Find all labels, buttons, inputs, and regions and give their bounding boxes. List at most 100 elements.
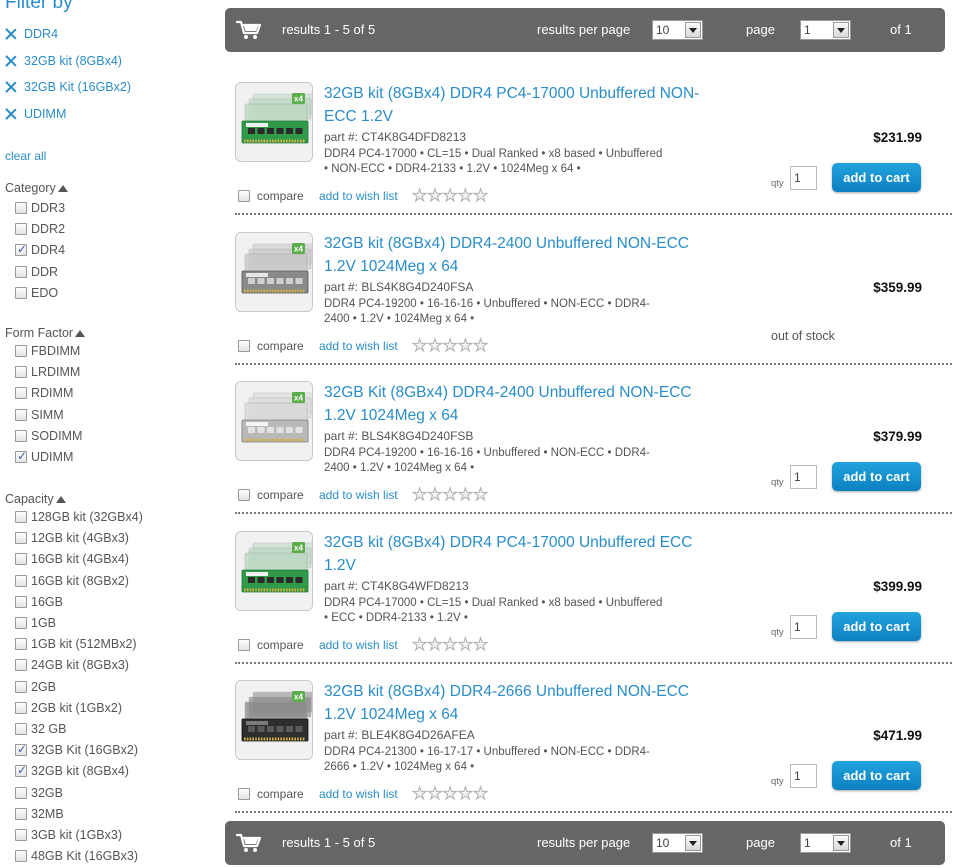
qty-input[interactable] [790, 465, 817, 489]
rating-star-icon[interactable]: ★ [427, 337, 443, 355]
qty-input[interactable] [790, 615, 817, 639]
facet-checkbox[interactable] [15, 553, 27, 566]
remove-filter-icon[interactable] [5, 55, 17, 67]
remove-filter-icon[interactable] [5, 28, 17, 40]
rating-stars[interactable]: ★ ★ ★ ★ ★ [411, 187, 488, 205]
active-filter-udimm[interactable]: UDIMM [5, 105, 66, 123]
qty-input[interactable] [790, 166, 817, 190]
qty-input[interactable] [790, 764, 817, 788]
facet-option[interactable]: LRDIMM [15, 364, 80, 380]
facet-option[interactable]: 3GB kit (1GBx3) [15, 827, 122, 843]
rating-star-icon[interactable]: ★ [472, 486, 488, 504]
results-per-page-select[interactable]: 10 [652, 833, 703, 853]
facet-option[interactable]: 32GB Kit (16GBx2) [15, 742, 138, 758]
rating-stars[interactable]: ★ ★ ★ ★ ★ [411, 337, 488, 355]
product-title-link[interactable]: 32GB kit (8GBx4) DDR4-2400 Unbuffered NO… [324, 233, 704, 278]
facet-checkbox[interactable] [15, 829, 27, 841]
add-to-wishlist-link[interactable]: add to wish list [319, 189, 398, 203]
rating-star-icon[interactable]: ★ [457, 337, 473, 355]
facet-checkbox[interactable] [15, 345, 27, 357]
rating-star-icon[interactable]: ★ [427, 785, 443, 803]
facet-option[interactable]: 48GB Kit (16GBx3) [15, 848, 138, 864]
compare-toggle[interactable]: compare [238, 488, 304, 502]
facet-option[interactable]: SIMM [15, 407, 64, 423]
rating-star-icon[interactable]: ★ [472, 337, 488, 355]
results-per-page-select[interactable]: 10 [652, 20, 703, 40]
facet-option[interactable]: EDO [15, 285, 58, 301]
active-filter-32gb-8gbx4[interactable]: 32GB kit (8GBx4) [5, 52, 122, 70]
rating-star-icon[interactable]: ★ [472, 187, 488, 205]
chevron-down-icon[interactable] [685, 22, 701, 38]
add-to-cart-button[interactable]: add to cart [832, 612, 921, 641]
rating-star-icon[interactable]: ★ [411, 636, 427, 654]
facet-checkbox[interactable] [15, 807, 27, 820]
facet-option[interactable]: DDR3 [15, 200, 65, 216]
add-to-wishlist-link[interactable]: add to wish list [319, 638, 398, 652]
active-filter-32gb-16gbx2[interactable]: 32GB Kit (16GBx2) [5, 78, 131, 96]
facet-option[interactable]: 2GB kit (1GBx2) [15, 700, 122, 716]
facet-option[interactable]: 32GB [15, 785, 63, 801]
facet-checkbox[interactable] [15, 265, 27, 278]
facet-checkbox[interactable] [15, 387, 27, 400]
facet-option[interactable]: DDR4 [15, 242, 65, 258]
add-to-cart-button[interactable]: add to cart [832, 462, 921, 491]
product-title-link[interactable]: 32GB Kit (8GBx4) DDR4-2400 Unbuffered NO… [324, 382, 704, 427]
compare-toggle[interactable]: compare [238, 638, 304, 652]
rating-star-icon[interactable]: ★ [442, 486, 458, 504]
category-facet-header[interactable]: Category [5, 181, 68, 195]
facet-option[interactable]: DDR [15, 264, 58, 280]
facet-checkbox[interactable] [15, 723, 27, 735]
rating-star-icon[interactable]: ★ [411, 785, 427, 803]
facet-checkbox[interactable] [15, 701, 27, 714]
add-to-wishlist-link[interactable]: add to wish list [319, 339, 398, 353]
facet-checkbox[interactable] [15, 408, 27, 421]
capacity-facet-header[interactable]: Capacity [5, 492, 66, 506]
rating-stars[interactable]: ★ ★ ★ ★ ★ [411, 785, 488, 803]
rating-star-icon[interactable]: ★ [411, 486, 427, 504]
rating-star-icon[interactable]: ★ [411, 337, 427, 355]
facet-checkbox[interactable] [15, 786, 27, 799]
remove-filter-icon[interactable] [5, 108, 17, 120]
facet-option[interactable]: SODIMM [15, 428, 82, 444]
facet-option[interactable]: 16GB kit (8GBx2) [15, 573, 129, 589]
facet-option[interactable]: FBDIMM [15, 343, 80, 359]
facet-checkbox[interactable] [15, 449, 27, 463]
product-title-link[interactable]: 32GB kit (8GBx4) DDR4 PC4-17000 Unbuffer… [324, 83, 704, 128]
compare-checkbox[interactable] [238, 788, 250, 800]
facet-checkbox[interactable] [15, 286, 27, 299]
page-select[interactable]: 1 [800, 833, 851, 853]
rating-star-icon[interactable]: ★ [457, 636, 473, 654]
product-image[interactable]: x4 [235, 381, 313, 461]
product-image[interactable]: x4 [235, 531, 313, 611]
rating-star-icon[interactable]: ★ [427, 187, 443, 205]
facet-option[interactable]: UDIMM [15, 449, 73, 465]
facet-option[interactable]: 32GB kit (8GBx4) [15, 763, 129, 779]
product-image[interactable]: x4 [235, 232, 313, 312]
product-image[interactable]: x4 [235, 680, 313, 760]
active-filter-ddr4[interactable]: DDR4 [5, 25, 58, 43]
rating-star-icon[interactable]: ★ [472, 636, 488, 654]
rating-star-icon[interactable]: ★ [442, 187, 458, 205]
add-to-cart-button[interactable]: add to cart [832, 163, 921, 192]
remove-filter-icon[interactable] [5, 81, 17, 93]
rating-star-icon[interactable]: ★ [411, 187, 427, 205]
facet-checkbox[interactable] [15, 242, 27, 257]
facet-option[interactable]: 128GB kit (32GBx4) [15, 509, 143, 525]
compare-toggle[interactable]: compare [238, 787, 304, 801]
rating-star-icon[interactable]: ★ [442, 337, 458, 355]
compare-checkbox[interactable] [238, 639, 250, 651]
facet-option[interactable]: 12GB kit (4GBx3) [15, 530, 129, 546]
compare-checkbox[interactable] [238, 340, 250, 352]
facet-checkbox[interactable] [15, 680, 27, 693]
facet-option[interactable]: RDIMM [15, 385, 73, 401]
chevron-down-icon[interactable] [685, 835, 701, 851]
facet-checkbox[interactable] [15, 511, 27, 523]
compare-checkbox[interactable] [238, 489, 250, 501]
chevron-down-icon[interactable] [833, 22, 849, 38]
add-to-cart-button[interactable]: add to cart [832, 761, 921, 790]
product-title-link[interactable]: 32GB kit (8GBx4) DDR4 PC4-17000 Unbuffer… [324, 532, 704, 577]
rating-stars[interactable]: ★ ★ ★ ★ ★ [411, 486, 488, 504]
facet-option[interactable]: 2GB [15, 679, 56, 695]
facet-option[interactable]: 16GB kit (4GBx4) [15, 551, 129, 567]
facet-checkbox[interactable] [15, 223, 27, 236]
